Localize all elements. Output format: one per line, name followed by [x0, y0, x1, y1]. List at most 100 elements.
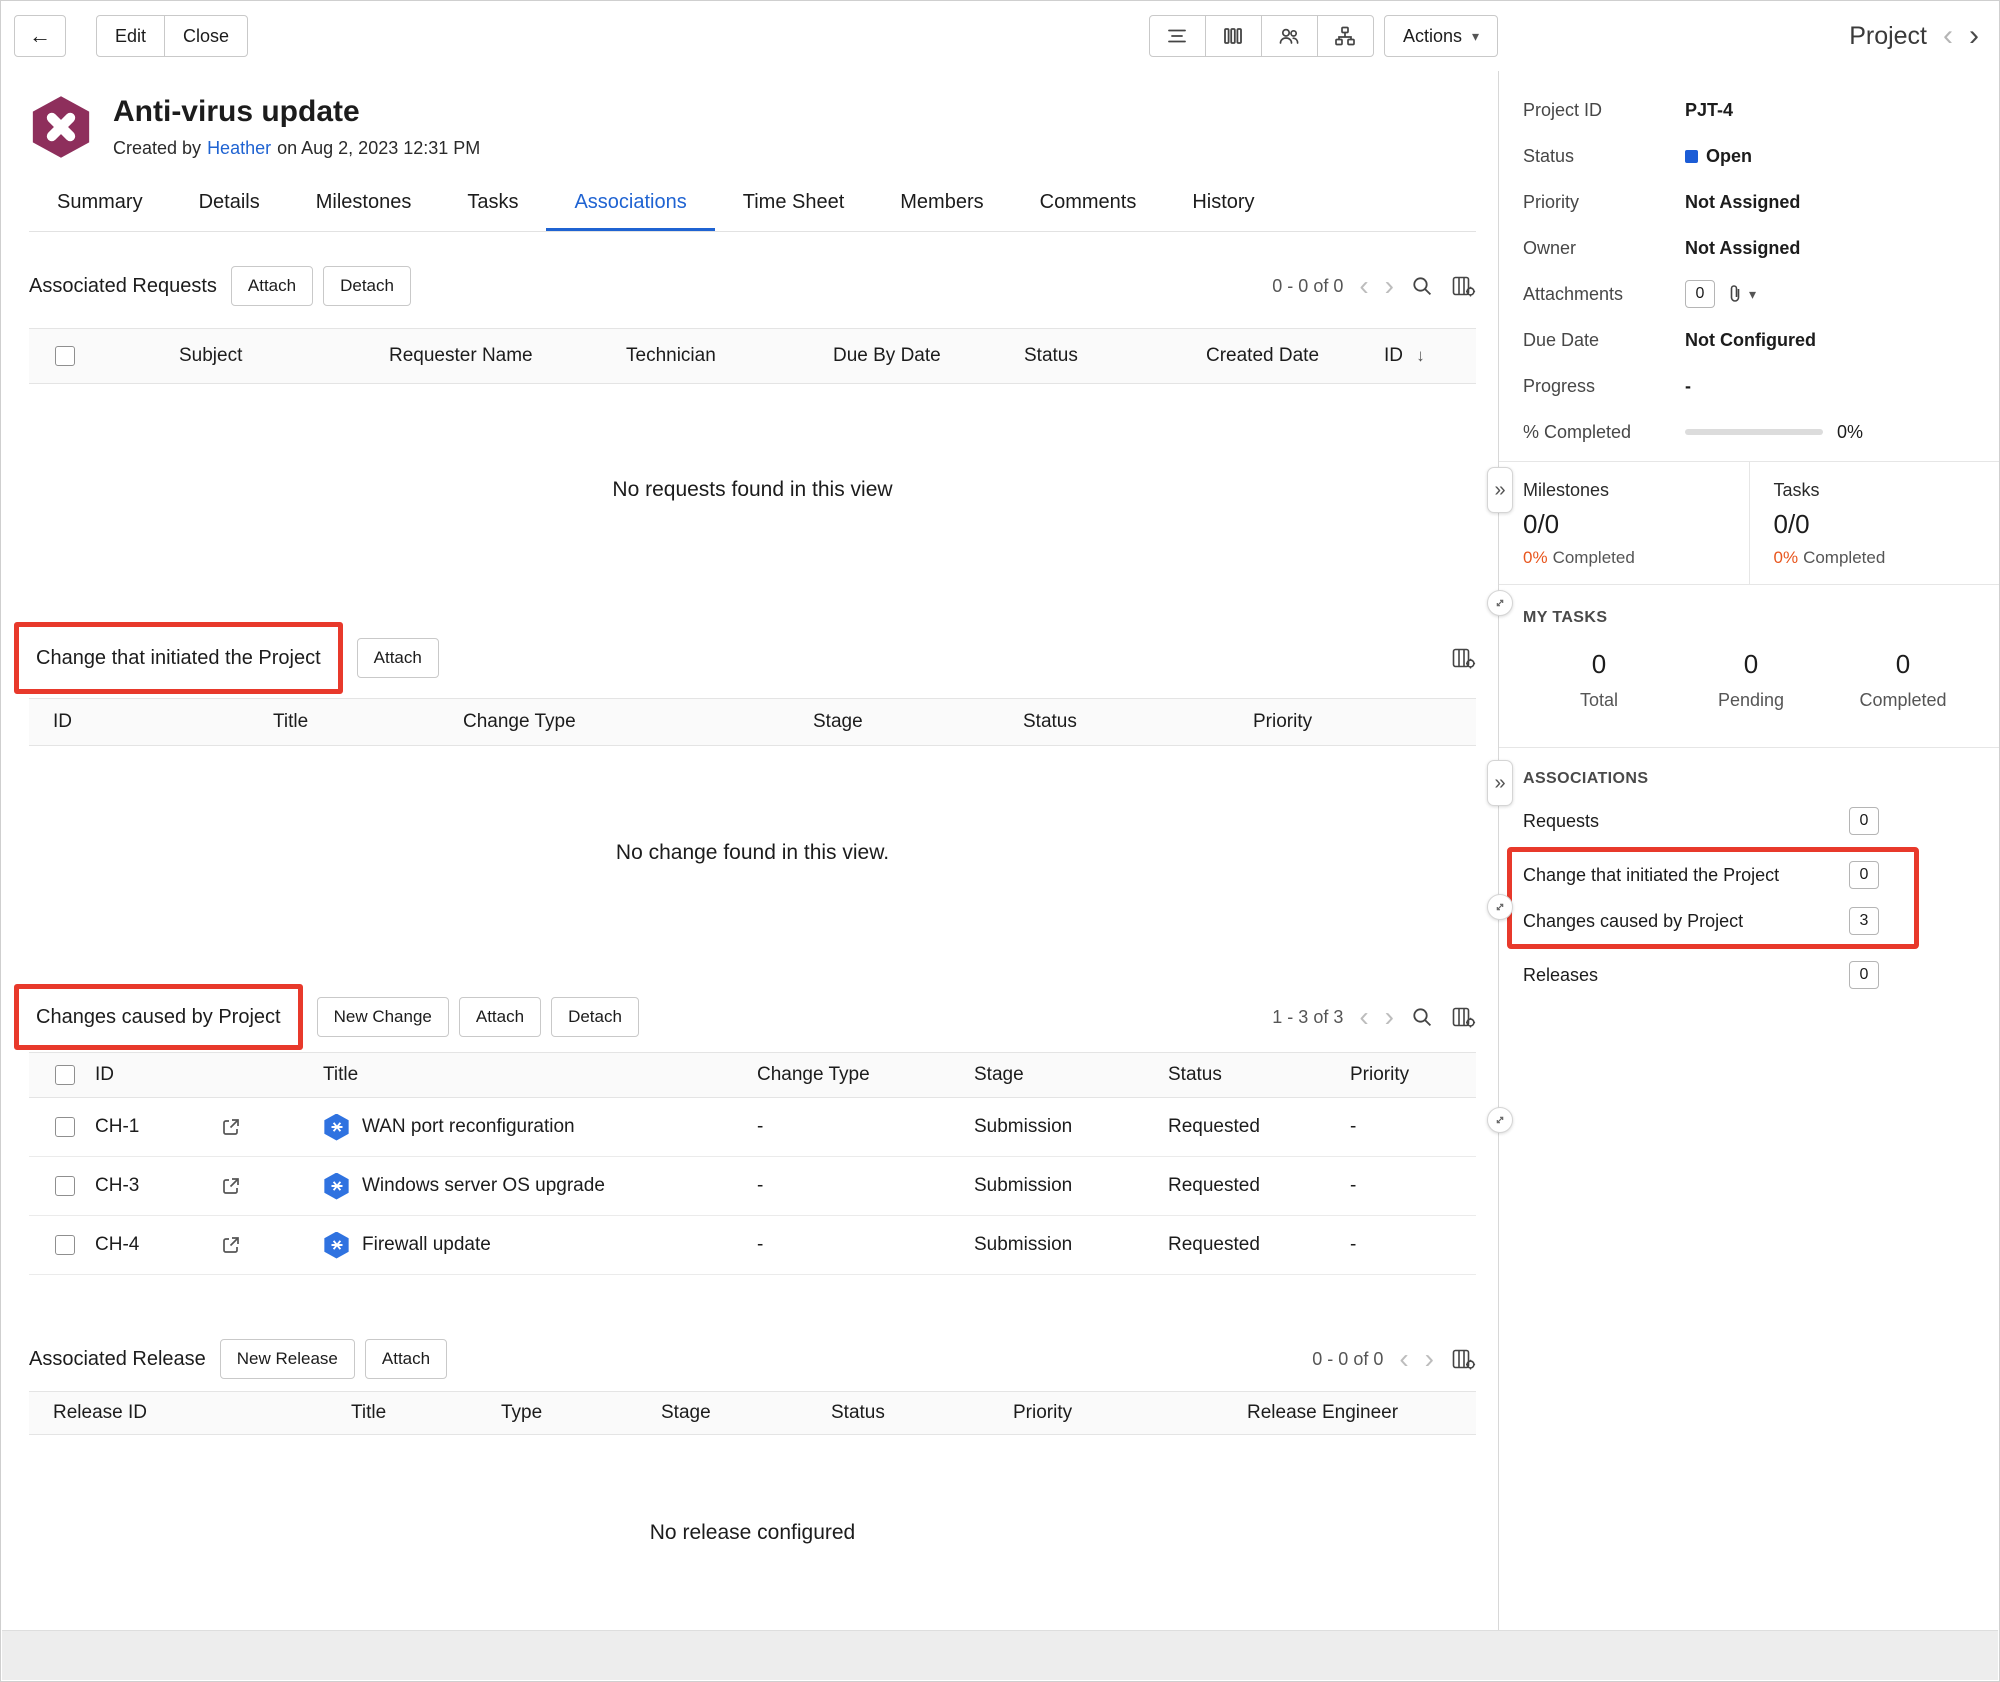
change-initiated-attach-button[interactable]: Attach	[357, 638, 439, 678]
external-link-icon[interactable]	[220, 1116, 242, 1138]
close-button[interactable]: Close	[164, 15, 248, 57]
association-changes-caused[interactable]: Changes caused by Project 3	[1523, 898, 1879, 944]
col-priority[interactable]: Priority	[1229, 711, 1476, 733]
tab-members[interactable]: Members	[872, 175, 1011, 231]
horizontal-scrollbar-track[interactable]	[2, 1630, 1998, 1680]
change-title-link[interactable]: Windows server OS upgrade	[362, 1175, 605, 1197]
changes-caused-next-page-icon[interactable]: ›	[1385, 1003, 1394, 1031]
edit-button[interactable]: Edit	[96, 15, 165, 57]
change-initiated-column-settings-icon[interactable]	[1450, 645, 1476, 671]
tab-comments[interactable]: Comments	[1012, 175, 1165, 231]
change-title-link[interactable]: WAN port reconfiguration	[362, 1116, 575, 1138]
col-stage[interactable]: Stage	[789, 711, 999, 733]
col-title[interactable]: Title	[249, 711, 439, 733]
members-view-button[interactable]	[1261, 15, 1318, 57]
field-value[interactable]: Not Assigned	[1685, 238, 1800, 259]
col-id[interactable]: ID	[85, 1064, 313, 1086]
resize-handle[interactable]	[1487, 894, 1513, 920]
collapse-sidebar-handle[interactable]: »	[1487, 467, 1513, 513]
changes-caused-attach-button[interactable]: Attach	[459, 997, 541, 1037]
row-checkbox[interactable]	[55, 1117, 75, 1137]
collapse-sidebar-handle[interactable]: »	[1487, 760, 1513, 806]
col-id[interactable]: ID	[29, 711, 249, 733]
association-change-initiated[interactable]: Change that initiated the Project 0	[1523, 852, 1879, 898]
col-id[interactable]: ID ↓	[1360, 345, 1476, 367]
table-row[interactable]: CH-3 Windows server OS upgrade - Submiss…	[29, 1157, 1476, 1216]
release-column-settings-icon[interactable]	[1450, 1346, 1476, 1372]
changes-caused-search-icon[interactable]	[1410, 1005, 1434, 1029]
association-requests[interactable]: Requests 0	[1523, 798, 1879, 844]
requests-attach-button[interactable]: Attach	[231, 266, 313, 306]
col-priority[interactable]: Priority	[989, 1402, 1223, 1424]
field-value[interactable]: Not Assigned	[1685, 192, 1800, 213]
requests-prev-page-icon[interactable]: ‹	[1359, 272, 1368, 300]
changes-caused-prev-page-icon[interactable]: ‹	[1359, 1003, 1368, 1031]
col-status[interactable]: Status	[1158, 1064, 1340, 1086]
chevron-down-icon[interactable]: ▾	[1749, 286, 1756, 303]
association-label: Requests	[1523, 811, 1599, 832]
associations-block: ASSOCIATIONS Requests 0 Change that init…	[1523, 748, 1979, 998]
col-title[interactable]: Title	[313, 1064, 747, 1086]
col-created-date[interactable]: Created Date	[1182, 345, 1360, 367]
col-change-type[interactable]: Change Type	[747, 1064, 964, 1086]
tab-history[interactable]: History	[1164, 175, 1282, 231]
col-priority[interactable]: Priority	[1340, 1064, 1476, 1086]
column-view-button[interactable]	[1205, 15, 1262, 57]
col-change-type[interactable]: Change Type	[439, 711, 789, 733]
col-title[interactable]: Title	[327, 1402, 477, 1424]
select-all-checkbox[interactable]	[55, 1065, 75, 1085]
new-release-button[interactable]: New Release	[220, 1339, 355, 1379]
col-stage[interactable]: Stage	[964, 1064, 1158, 1086]
tab-tasks[interactable]: Tasks	[439, 175, 546, 231]
resize-handle[interactable]	[1487, 1107, 1513, 1133]
external-link-icon[interactable]	[220, 1175, 242, 1197]
col-technician[interactable]: Technician	[602, 345, 809, 367]
col-due-by-date[interactable]: Due By Date	[809, 345, 1000, 367]
col-status[interactable]: Status	[1000, 345, 1182, 367]
requests-search-icon[interactable]	[1410, 274, 1434, 298]
col-status[interactable]: Status	[807, 1402, 989, 1424]
row-checkbox[interactable]	[55, 1235, 75, 1255]
paperclip-icon[interactable]	[1725, 283, 1745, 305]
prev-record-button[interactable]: ‹	[1943, 21, 1953, 51]
back-button[interactable]: ←	[14, 15, 66, 57]
detail-view-button[interactable]	[1149, 15, 1206, 57]
col-release-engineer[interactable]: Release Engineer	[1223, 1402, 1476, 1424]
requests-detach-button[interactable]: Detach	[323, 266, 411, 306]
author-link[interactable]: Heather	[207, 138, 271, 159]
release-attach-button[interactable]: Attach	[365, 1339, 447, 1379]
tab-associations[interactable]: Associations	[546, 175, 714, 231]
col-release-id[interactable]: Release ID	[29, 1402, 327, 1424]
association-count-badge: 3	[1849, 907, 1879, 935]
row-checkbox[interactable]	[55, 1176, 75, 1196]
field-value[interactable]: Not Configured	[1685, 330, 1816, 351]
table-row[interactable]: CH-1 WAN port reconfiguration - Submissi…	[29, 1098, 1476, 1157]
col-requester-name[interactable]: Requester Name	[365, 345, 602, 367]
table-row[interactable]: CH-4 Firewall update - Submission Reques…	[29, 1216, 1476, 1275]
col-subject[interactable]: Subject	[155, 345, 365, 367]
col-status[interactable]: Status	[999, 711, 1229, 733]
changes-caused-column-settings-icon[interactable]	[1450, 1004, 1476, 1030]
changes-caused-detach-button[interactable]: Detach	[551, 997, 639, 1037]
tab-details[interactable]: Details	[171, 175, 288, 231]
view-toggle-group	[1149, 15, 1374, 57]
release-prev-page-icon[interactable]: ‹	[1399, 1345, 1408, 1373]
requests-column-settings-icon[interactable]	[1450, 273, 1476, 299]
association-releases[interactable]: Releases 0	[1523, 952, 1879, 998]
tab-summary[interactable]: Summary	[29, 175, 171, 231]
tab-time-sheet[interactable]: Time Sheet	[715, 175, 873, 231]
new-change-button[interactable]: New Change	[317, 997, 449, 1037]
release-next-page-icon[interactable]: ›	[1425, 1345, 1434, 1373]
requests-next-page-icon[interactable]: ›	[1385, 272, 1394, 300]
status-badge[interactable]: Open	[1706, 146, 1752, 167]
col-stage[interactable]: Stage	[637, 1402, 807, 1424]
resize-handle[interactable]	[1487, 590, 1513, 616]
actions-button[interactable]: Actions ▾	[1384, 15, 1498, 57]
change-title-link[interactable]: Firewall update	[362, 1234, 491, 1256]
next-record-button[interactable]: ›	[1969, 21, 1979, 51]
col-type[interactable]: Type	[477, 1402, 637, 1424]
tab-milestones[interactable]: Milestones	[288, 175, 440, 231]
hierarchy-view-button[interactable]	[1317, 15, 1374, 57]
external-link-icon[interactable]	[220, 1234, 242, 1256]
select-all-checkbox[interactable]	[55, 346, 75, 366]
